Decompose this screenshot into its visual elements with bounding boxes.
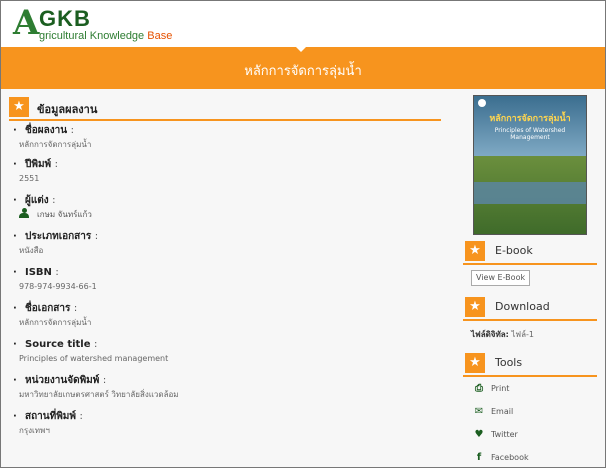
field-label: · ปีพิมพ์ : — [13, 159, 58, 170]
logo-subtitle-green: gricultural Knowledge — [39, 30, 148, 42]
download-label: ไฟล์ดิจิทัล: — [471, 330, 509, 339]
page-title: หลักการจัดการลุ่มน้ำ — [244, 64, 362, 79]
field-value: หลักการจัดการลุ่มน้ำ — [19, 318, 92, 327]
field-title: · ชื่อผลงาน : หลักการจัดการลุ่มน้ำ — [13, 124, 433, 158]
cover-subtitle: Principles of Watershed Management — [494, 127, 566, 141]
download-header: ★ Download — [463, 297, 597, 321]
cover-water — [474, 182, 586, 204]
twitter-icon: ♥ — [474, 429, 484, 440]
field-doc-name: · ชื่อเอกสาร : หลักการจัดการลุ่มน้ำ — [13, 302, 433, 338]
email-link[interactable]: ✉ Email — [473, 406, 513, 420]
star-icon: ★ — [9, 97, 29, 117]
print-label: Print — [491, 384, 510, 393]
facebook-link[interactable]: f Facebook — [473, 452, 529, 466]
field-label: · ISBN : — [13, 267, 59, 278]
field-value: 978-974-9934-66-1 — [19, 282, 97, 291]
book-cover: หลักการจัดการลุ่มน้ำ Principles of Water… — [473, 95, 587, 235]
ebook-header: ★ E-book — [463, 241, 597, 265]
cover-sky — [474, 96, 586, 156]
field-author: · ผู้แต่ง : เกษม จันทร์แก้ว — [13, 194, 433, 230]
field-label: · ประเภทเอกสาร : — [13, 231, 99, 242]
field-label: · สถานที่พิมพ์ : — [13, 411, 83, 422]
star-icon: ★ — [465, 297, 485, 317]
twitter-link[interactable]: ♥ Twitter — [473, 429, 518, 443]
author-link[interactable]: เกษม จันทร์แก้ว — [37, 210, 92, 219]
cover-logo-icon — [478, 99, 486, 107]
field-label: · Source title : — [13, 339, 98, 350]
tools-header: ★ Tools — [463, 353, 597, 377]
field-publisher: · หน่วยงานจัดพิมพ์ : มหาวิทยาลัยเกษตรศาสต… — [13, 374, 433, 410]
field-label: · ชื่อเอกสาร : — [13, 303, 78, 314]
top-bar: A GKB gricultural Knowledge Base — [1, 1, 605, 47]
field-list: · ชื่อผลงาน : หลักการจัดการลุ่มน้ำ · ปีพิม… — [13, 124, 433, 440]
title-banner: หลักการจัดการลุ่มน้ำ — [1, 46, 605, 89]
user-icon — [19, 208, 29, 218]
field-value: หนังสือ — [19, 246, 44, 255]
record-details: ★ ข้อมูลผลงาน · ชื่อผลงาน : หลักการจัดการ… — [9, 97, 441, 435]
field-label: · ผู้แต่ง : — [13, 195, 56, 206]
twitter-label: Twitter — [491, 430, 518, 439]
field-doc-type: · ประเภทเอกสาร : หนังสือ — [13, 230, 433, 266]
field-label: · ชื่อผลงาน : — [13, 125, 74, 136]
print-link[interactable]: ⎙ Print — [473, 383, 509, 397]
star-icon: ★ — [465, 241, 485, 261]
view-ebook-button[interactable]: View E-Book — [471, 270, 531, 286]
star-icon: ★ — [465, 353, 485, 373]
download-file-link[interactable]: ไฟล์-1 — [511, 330, 534, 339]
facebook-icon: f — [476, 452, 482, 463]
ebook-title: E-book — [495, 244, 533, 257]
field-label: · หน่วยงานจัดพิมพ์ : — [13, 375, 107, 386]
field-isbn: · ISBN : 978-974-9934-66-1 — [13, 266, 433, 302]
logo-subtitle: gricultural Knowledge Base — [39, 29, 172, 43]
download-line: ไฟล์ดิจิทัล: ไฟล์-1 — [471, 328, 534, 341]
page-frame: A GKB gricultural Knowledge Base หลักการ… — [0, 0, 606, 468]
field-source-title: · Source title : Principles of watershed … — [13, 338, 433, 374]
banner-notch — [295, 46, 307, 52]
field-value[interactable]: เกษม จันทร์แก้ว — [13, 208, 433, 222]
section-header: ★ ข้อมูลผลงาน — [9, 97, 441, 121]
email-icon: ✉ — [474, 406, 484, 417]
field-value: 2551 — [19, 174, 40, 183]
download-title: Download — [495, 300, 550, 313]
field-value: กรุงเทพฯ — [19, 426, 50, 435]
logo-gkb: GKB — [39, 6, 91, 31]
tools-title: Tools — [495, 356, 523, 369]
cover-title: หลักการจัดการลุ่มน้ำ — [489, 114, 571, 124]
field-value: มหาวิทยาลัยเกษตรศาสตร์ วิทยาลัยสิ่งแวดล้… — [19, 390, 179, 399]
field-year: · ปีพิมพ์ : 2551 — [13, 158, 433, 194]
facebook-label: Facebook — [491, 453, 529, 462]
email-label: Email — [491, 407, 514, 416]
print-icon: ⎙ — [475, 383, 483, 394]
field-place: · สถานที่พิมพ์ : กรุงเทพฯ — [13, 410, 433, 440]
logo-subtitle-orange: Base — [147, 30, 173, 42]
field-value: Principles of watershed management — [19, 354, 169, 363]
section-title: ข้อมูลผลงาน — [37, 103, 98, 116]
field-value: หลักการจัดการลุ่มน้ำ — [19, 140, 92, 149]
logo-letter-a: A — [13, 3, 40, 43]
